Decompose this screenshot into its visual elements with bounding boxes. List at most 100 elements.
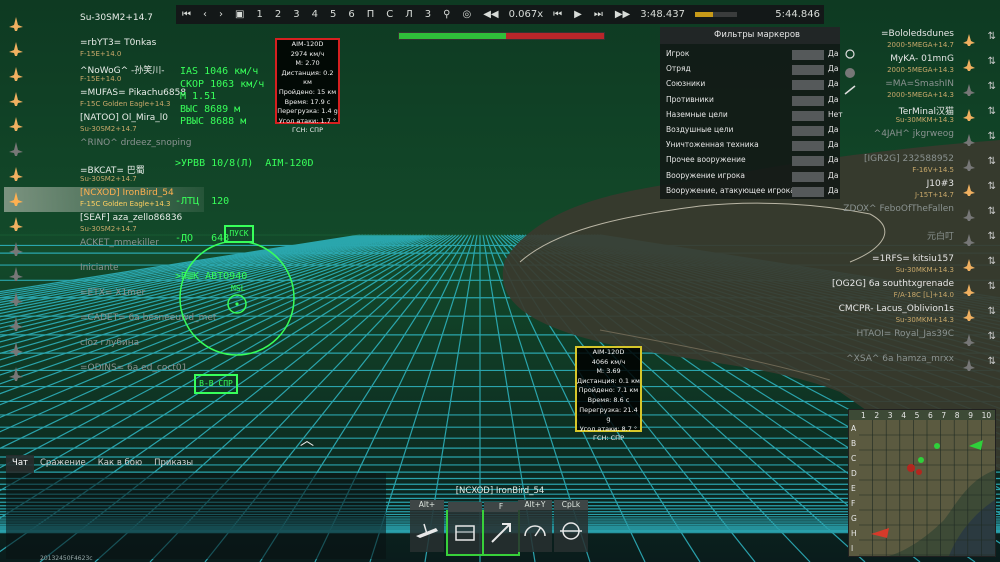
cycle-camera-button[interactable]: CpLk xyxy=(554,500,588,552)
camera-slot-5[interactable]: 5 xyxy=(324,5,342,24)
filter-row[interactable]: Вооружение игрока Да xyxy=(666,171,838,183)
gauge-button[interactable]: Alt+Y xyxy=(518,500,552,552)
replay-progress-bar[interactable] xyxy=(694,12,738,17)
tab-battle[interactable]: Сражение xyxy=(34,455,92,473)
camera-icon[interactable]: ▣ xyxy=(229,5,250,24)
enemy-player-row[interactable]: [IGR2G] 232588952 F-16V+14.5 ⇅ xyxy=(838,153,1000,178)
fast-forward-icon[interactable]: ▶▶ xyxy=(609,5,636,24)
filter-row[interactable]: Союзники Да xyxy=(666,79,838,91)
camera-slot-4[interactable]: 4 xyxy=(306,5,324,24)
camera-slot-3b[interactable]: 3 xyxy=(419,5,437,24)
filter-toggle[interactable] xyxy=(792,50,824,60)
enemy-player-row[interactable]: HTAOI= Royal_Jas39C ⇅ xyxy=(838,328,1000,353)
filter-toggle[interactable] xyxy=(792,80,824,91)
camera-slot-1[interactable]: 1 xyxy=(250,5,268,24)
filter-toggle[interactable] xyxy=(792,141,824,152)
filter-row[interactable]: Воздушные цели Да xyxy=(666,125,838,137)
filter-row[interactable]: Прочее вооружение Да xyxy=(666,155,838,167)
ally-player-row[interactable]: [NATOO] Ol_Mira_l0 Su-30SM2+14.7 xyxy=(4,112,204,137)
minimap-col-label: 9 xyxy=(968,411,973,420)
enemy-player-row[interactable]: J10#3 J-15T+14.7 ⇅ xyxy=(838,178,1000,203)
enemy-player-row[interactable]: ^XSA^ 6a hamza_mrxx ⇅ xyxy=(838,353,1000,378)
filter-toggle[interactable] xyxy=(792,171,824,182)
missile-angle: Угол атаки: 1.7 ° xyxy=(278,116,337,125)
play-icon[interactable]: ▶ xyxy=(568,5,588,24)
hud-flight-data: IAS 1046 км/ч СКОР 1063 км/ч М 1.51 ВЫС … xyxy=(180,66,264,129)
missile-speed: 4066 км/ч xyxy=(591,357,626,366)
dead-icon xyxy=(8,366,24,382)
ally-player-row[interactable]: =ETX= X1mer xyxy=(4,287,204,312)
step-forward-icon[interactable]: ⏭ xyxy=(588,5,609,24)
enemy-player-row[interactable]: [OG2G] 6a southtxgrenade F/A-18C [L]+14.0… xyxy=(832,278,1000,303)
enemy-player-list: =Bololedsdunes 2000-5MEGA+14.7 ⇅ MyKA- 01mn… xyxy=(832,28,1000,378)
marker-icon[interactable]: ⚲ xyxy=(437,5,456,24)
dead-icon xyxy=(962,232,976,246)
ally-player-row[interactable]: [SEAF] aza_zello86836 Su-30SM2+14.7 xyxy=(4,212,204,237)
filter-label: Игрок xyxy=(666,49,690,58)
player-name: =ETX= X1mer xyxy=(80,288,146,298)
filter-row[interactable]: Вооружение, атакующее игрока Да xyxy=(666,186,838,198)
ally-player-row[interactable]: [NCXOD] IronBird_54 F-15C Golden Eagle+14… xyxy=(4,187,204,212)
missile-time: Время: 8.6 с xyxy=(587,395,630,404)
enemy-player-row[interactable]: =MA=SmashIN 2000-5MEGA+14.3 ⇅ xyxy=(838,78,1000,103)
replay-progress-fill xyxy=(694,12,713,17)
filter-row[interactable]: Наземные цели Нет xyxy=(666,109,843,122)
step-back-icon[interactable]: ⏮ xyxy=(547,5,568,24)
ally-player-row[interactable]: cloz глубина xyxy=(4,337,204,362)
ally-player-row[interactable]: Su-30SM2+14.7 xyxy=(4,12,204,37)
player-name: HTAOI= Royal_Jas39C xyxy=(856,329,955,339)
filter-toggle[interactable] xyxy=(792,95,824,106)
filter-row[interactable]: Игрок Да xyxy=(666,49,838,61)
filter-label: Наземные цели xyxy=(666,109,728,119)
camera-slot-l[interactable]: Л xyxy=(399,5,419,24)
ally-player-row[interactable]: =BKCAT= 巴蜀 Su-30SM2+14.7 xyxy=(4,162,204,187)
tab-combat[interactable]: Как в бою xyxy=(92,455,148,473)
minimap[interactable]: 1 2 3 4 5 6 7 8 9 10 ABCDEFGHI xyxy=(848,409,996,557)
spectated-player-name: [NCXOD] IronBird_54 xyxy=(455,486,545,496)
ally-player-row[interactable]: ^NoWoG^ -孙笑川- F-15E+14.0 xyxy=(4,62,204,87)
enemy-player-row[interactable]: 元白叮 ⇅ xyxy=(838,228,1000,253)
ally-player-row[interactable]: =rbYT3= T0nkas F-15E+14.0 xyxy=(4,37,204,62)
chat-area[interactable] xyxy=(6,473,386,559)
tab-orders[interactable]: Приказы xyxy=(148,455,199,473)
camera-slot-3[interactable]: 3 xyxy=(287,5,305,24)
filter-row[interactable]: Отряд Да xyxy=(666,64,838,76)
next-icon[interactable]: › xyxy=(213,5,229,24)
filter-toggle[interactable] xyxy=(792,126,824,136)
camera-slot-6[interactable]: 6 xyxy=(342,5,360,24)
filter-row[interactable]: Противники Да xyxy=(666,95,838,107)
ally-player-row[interactable]: =CADET= 6a besneeuwd_met xyxy=(4,312,216,337)
ally-player-row[interactable]: ^RINO^ drdeez_snoping xyxy=(4,137,204,162)
chest-button[interactable] xyxy=(446,502,484,556)
rewind-icon[interactable]: ◀◀ xyxy=(477,5,504,24)
filter-label: Отряд xyxy=(666,64,691,74)
filter-toggle[interactable] xyxy=(792,110,824,121)
enemy-player-row[interactable]: CMCPR- Lacus_Oblivion1s Su-30MKM+14.3 ⇅ xyxy=(838,303,1000,328)
ally-player-row[interactable]: =ODINS= 6a ed_coct01 xyxy=(4,362,204,387)
fly-toward-button[interactable]: F xyxy=(482,502,520,556)
tab-chat[interactable]: Чат xyxy=(6,455,34,473)
hud-mach: М 1.51 xyxy=(180,91,217,102)
filter-toggle[interactable] xyxy=(792,156,824,167)
filter-value: Да xyxy=(828,64,839,74)
enemy-player-row[interactable]: ^4JAH^ jkgrweog ⇅ xyxy=(838,128,1000,153)
enemy-player-row[interactable]: =1RFS= kitsiu157 Su-30MKM+14.3 ⇅ xyxy=(838,253,1000,278)
ally-player-row[interactable]: ACKET_mmekiller xyxy=(4,237,204,262)
camera-slot-s[interactable]: С xyxy=(380,5,399,24)
capture-icon[interactable]: ◎ xyxy=(456,5,477,24)
filter-row[interactable]: Уничтоженная техника Да xyxy=(666,140,838,152)
enemy-player-row[interactable]: MyKA- 01mnG 2000-5MEGA+14.3 ⇅ xyxy=(838,53,1000,78)
filter-toggle[interactable] xyxy=(792,186,824,197)
aircraft-view-button[interactable]: Alt+ xyxy=(410,500,444,552)
camera-slot-2[interactable]: 2 xyxy=(269,5,287,24)
enemy-player-row[interactable]: =Bololedsdunes 2000-5MEGA+14.7 ⇅ xyxy=(838,28,1000,53)
camera-slot-p[interactable]: П xyxy=(361,5,381,24)
enemy-player-row[interactable]: ZDOX^ FeboOfTheFallen ⇅ xyxy=(838,203,1000,228)
enemy-player-row[interactable]: TerMinal汉猫 Su-30MKM+14.3 ⇅ xyxy=(838,103,1000,128)
player-name: CMCPR- Lacus_Oblivion1s xyxy=(838,304,954,314)
chevron-up-icon[interactable]: ︿ xyxy=(300,430,314,450)
filter-toggle[interactable] xyxy=(792,65,824,76)
player-name: [NCXOD] IronBird_54 xyxy=(80,188,174,198)
ally-player-row[interactable]: Iniciante xyxy=(4,262,204,287)
ally-player-row[interactable]: =MUFAS= Pikachu6858 F-15C Golden Eagle+14… xyxy=(4,87,204,112)
